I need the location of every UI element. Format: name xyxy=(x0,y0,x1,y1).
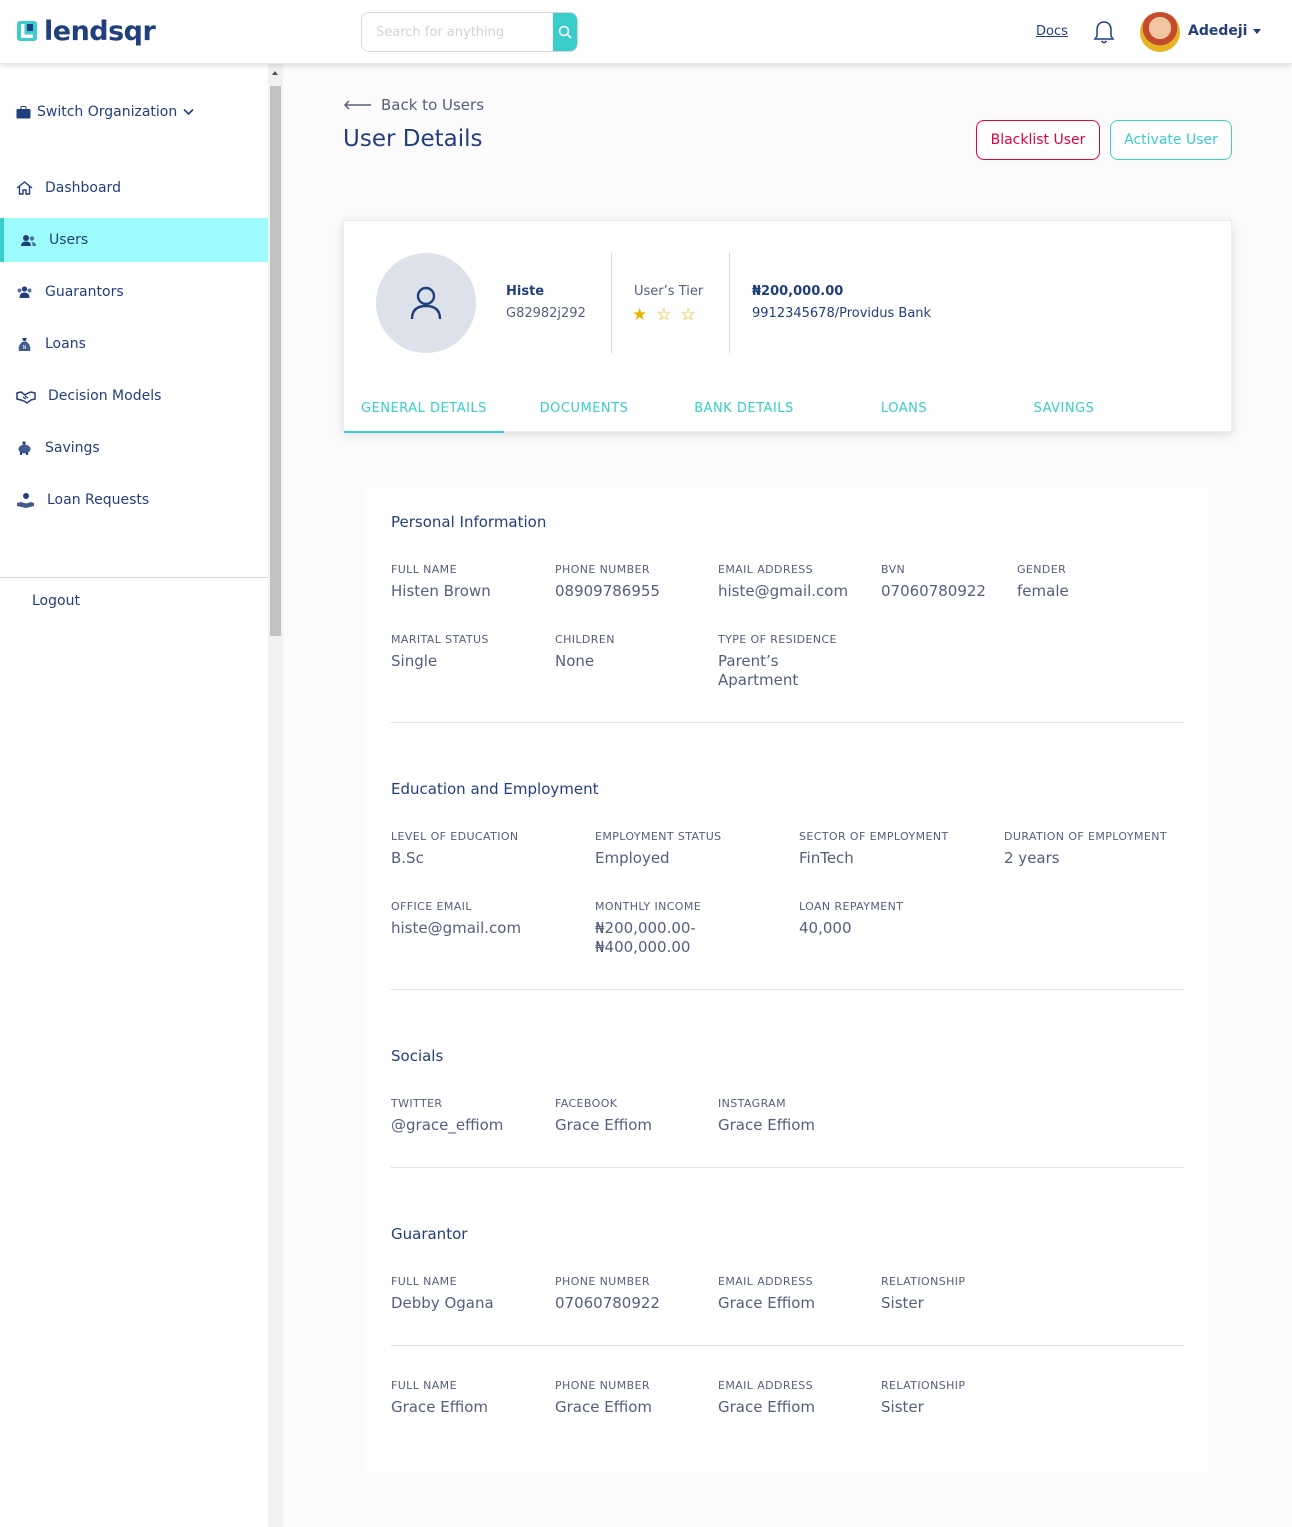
sidebar-item-loans[interactable]: N Loans xyxy=(0,322,268,366)
loan-sack-icon: N xyxy=(18,337,31,351)
piggy-bank-icon xyxy=(18,440,31,455)
logout-button[interactable]: Logout xyxy=(32,593,80,609)
field-guarantor-email: EMAIL ADDRESS Grace Effiom xyxy=(718,1379,815,1416)
arrow-left-icon xyxy=(343,100,371,110)
hand-coin-icon xyxy=(17,492,34,508)
field-guarantor-full-name: FULL NAME Grace Effiom xyxy=(391,1379,488,1416)
user-avatar[interactable] xyxy=(1140,12,1180,52)
briefcase-icon xyxy=(16,105,31,118)
user-outline-icon xyxy=(410,286,442,320)
search-box xyxy=(361,12,578,52)
field-guarantor-email: EMAIL ADDRESS Grace Effiom xyxy=(718,1275,815,1312)
tab-savings[interactable]: SAVINGS xyxy=(984,401,1144,416)
field-gender: GENDER female xyxy=(1017,563,1069,600)
tier-stars: ★☆☆ xyxy=(632,305,705,325)
profile-bank-account: 9912345678/Providus Bank xyxy=(752,306,932,321)
field-office-email: OFFICE EMAIL histe@gmail.com xyxy=(391,900,522,937)
sidebar-item-loan-requests[interactable]: Loan Requests xyxy=(0,478,268,522)
field-loan-repayment: LOAN REPAYMENT 40,000 xyxy=(799,900,904,937)
profile-name: Histe xyxy=(506,284,545,299)
field-bvn: BVN 07060780922 xyxy=(881,563,986,600)
profile-divider xyxy=(729,253,730,353)
back-to-users-link[interactable]: Back to Users xyxy=(343,96,484,114)
field-monthly-income: MONTHLY INCOME ₦200,000.00- ₦400,000.00 xyxy=(595,900,702,956)
field-employment-status: EMPLOYMENT STATUS Employed xyxy=(595,830,722,867)
tier-label: User’s Tier xyxy=(634,284,704,299)
profile-divider xyxy=(611,253,612,353)
search-input[interactable] xyxy=(362,13,553,51)
caret-down-icon[interactable] xyxy=(1253,29,1261,34)
field-duration-of-employment: DURATION OF EMPLOYMENT 2 years xyxy=(1004,830,1167,867)
section-title-guarantor: Guarantor xyxy=(391,1225,468,1243)
scroll-up-arrow-icon[interactable] xyxy=(272,71,278,75)
sidebar-item-guarantors[interactable]: Guarantors xyxy=(0,270,268,314)
sidebar-item-dashboard[interactable]: Dashboard xyxy=(0,166,268,210)
home-icon xyxy=(16,180,33,195)
field-marital-status: MARITAL STATUS Single xyxy=(391,633,489,670)
section-title-education: Education and Employment xyxy=(391,780,599,798)
section-divider xyxy=(391,722,1184,723)
profile-summary-card: Histe G82982j292 User’s Tier ★☆☆ ₦200,00… xyxy=(343,220,1232,433)
docs-link[interactable]: Docs xyxy=(1036,24,1068,39)
logo-mark-icon xyxy=(17,21,37,41)
field-facebook: FACEBOOK Grace Effiom xyxy=(555,1097,652,1134)
section-title-socials: Socials xyxy=(391,1047,444,1065)
guarantors-icon xyxy=(17,285,32,298)
logo[interactable]: lendsqr xyxy=(16,15,156,47)
field-full-name: FULL NAME Histen Brown xyxy=(391,563,491,600)
tab-general-details[interactable]: GENERAL DETAILS xyxy=(344,401,504,433)
profile-avatar xyxy=(376,253,476,353)
switch-organization[interactable]: Switch Organization xyxy=(16,104,194,120)
sidebar-item-decision-models[interactable]: Decision Models xyxy=(0,374,268,418)
section-divider xyxy=(391,1167,1184,1168)
field-guarantor-relationship: RELATIONSHIP Sister xyxy=(881,1379,966,1416)
logo-text: lendsqr xyxy=(44,15,156,47)
tab-loans[interactable]: LOANS xyxy=(824,401,984,416)
search-icon xyxy=(558,25,572,39)
search-button[interactable] xyxy=(553,13,577,51)
field-email-address: EMAIL ADDRESS histe@gmail.com xyxy=(718,563,849,600)
field-guarantor-phone: PHONE NUMBER Grace Effiom xyxy=(555,1379,652,1416)
switch-organization-label: Switch Organization xyxy=(37,104,178,120)
tab-documents[interactable]: DOCUMENTS xyxy=(504,401,664,416)
blacklist-user-button[interactable]: Blacklist User xyxy=(976,120,1100,160)
users-icon xyxy=(21,234,36,246)
top-bar: lendsqr Docs Adedeji xyxy=(0,0,1292,64)
field-guarantor-phone: PHONE NUMBER 07060780922 xyxy=(555,1275,660,1312)
field-sector-of-employment: SECTOR OF EMPLOYMENT FinTech xyxy=(799,830,949,867)
tab-bank-details[interactable]: BANK DETAILS xyxy=(664,401,824,416)
field-instagram: INSTAGRAM Grace Effiom xyxy=(718,1097,815,1134)
page-title: User Details xyxy=(343,126,483,152)
field-guarantor-full-name: FULL NAME Debby Ogana xyxy=(391,1275,494,1312)
sidebar-item-users[interactable]: Users xyxy=(0,218,268,262)
section-divider xyxy=(391,1345,1184,1346)
general-details-panel: Personal Information FULL NAME Histen Br… xyxy=(367,488,1208,1473)
field-children: CHILDREN None xyxy=(555,633,615,670)
field-type-of-residence: TYPE OF RESIDENCE Parent’s Apartment xyxy=(718,633,837,689)
handshake-icon xyxy=(16,390,36,404)
activate-user-button[interactable]: Activate User xyxy=(1110,120,1232,160)
field-twitter: TWITTER @grace_effiom xyxy=(391,1097,504,1134)
chevron-down-icon xyxy=(183,108,194,116)
svg-text:N: N xyxy=(23,345,27,351)
username[interactable]: Adedeji xyxy=(1188,23,1247,39)
sidebar-item-savings[interactable]: Savings xyxy=(0,426,268,470)
profile-balance: ₦200,000.00 xyxy=(752,284,844,299)
field-level-of-education: LEVEL OF EDUCATION B.Sc xyxy=(391,830,519,867)
field-guarantor-relationship: RELATIONSHIP Sister xyxy=(881,1275,966,1312)
field-phone-number: PHONE NUMBER 08909786955 xyxy=(555,563,660,600)
sidebar-scrollbar-thumb[interactable] xyxy=(270,86,281,636)
section-divider xyxy=(391,989,1184,990)
back-label: Back to Users xyxy=(381,96,485,114)
sidebar-divider xyxy=(0,577,268,578)
notification-bell-icon[interactable] xyxy=(1092,19,1116,45)
section-title-personal: Personal Information xyxy=(391,513,547,531)
profile-user-id: G82982j292 xyxy=(506,306,586,321)
sidebar: Switch Organization Dashboard Users Guar… xyxy=(0,64,283,1527)
